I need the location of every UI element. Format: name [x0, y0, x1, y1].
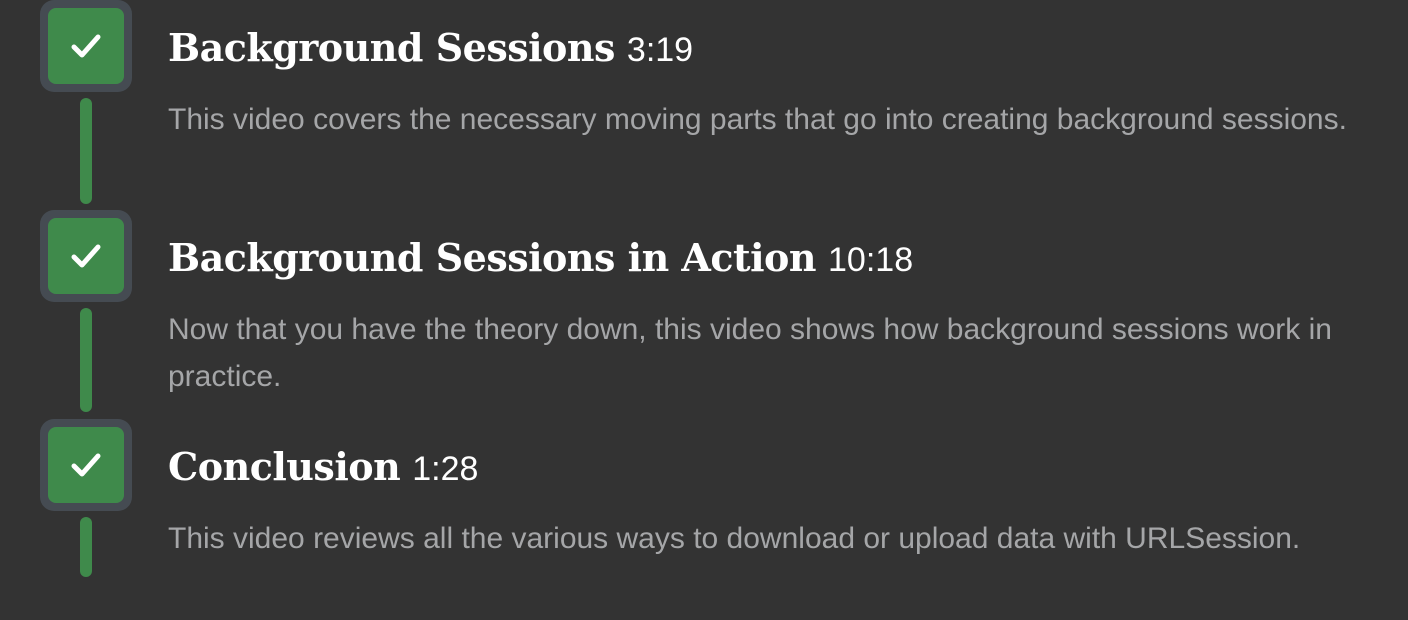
- lesson-description: Now that you have the theory down, this …: [168, 313, 1332, 393]
- timeline-connector: [80, 517, 92, 577]
- lesson-item[interactable]: Background Sessions 3:19 This video cover…: [0, 0, 1408, 210]
- timeline-connector: [80, 98, 92, 204]
- lesson-item[interactable]: Background Sessions in Action 10:18 Now t…: [0, 210, 1408, 420]
- lesson-description: This video reviews all the various ways …: [168, 522, 1301, 555]
- completion-checkbox[interactable]: [40, 210, 132, 302]
- lesson-duration: 1:28: [412, 450, 479, 488]
- lesson-duration: 10:18: [828, 241, 914, 279]
- lesson-header: Conclusion 1:28: [168, 441, 478, 495]
- completion-checkbox[interactable]: [40, 0, 132, 92]
- lesson-description: This video covers the necessary moving p…: [168, 103, 1347, 136]
- completion-checkbox[interactable]: [40, 419, 132, 511]
- lesson-title[interactable]: Conclusion: [168, 444, 401, 489]
- lesson-title[interactable]: Background Sessions in Action: [168, 235, 817, 280]
- checkbox-fill: [48, 427, 124, 503]
- lesson-header: Background Sessions in Action 10:18: [168, 232, 913, 286]
- lesson-header: Background Sessions 3:19: [168, 22, 693, 76]
- checkbox-fill: [48, 8, 124, 84]
- checkmark-icon: [71, 453, 101, 477]
- checkmark-icon: [71, 244, 101, 268]
- lesson-duration: 3:19: [626, 31, 694, 69]
- checkmark-icon: [71, 34, 101, 58]
- timeline-connector: [80, 308, 92, 412]
- checkbox-fill: [48, 218, 124, 294]
- lesson-title[interactable]: Background Sessions: [168, 25, 615, 70]
- lesson-item[interactable]: Conclusion 1:28 This video reviews all th…: [0, 419, 1408, 620]
